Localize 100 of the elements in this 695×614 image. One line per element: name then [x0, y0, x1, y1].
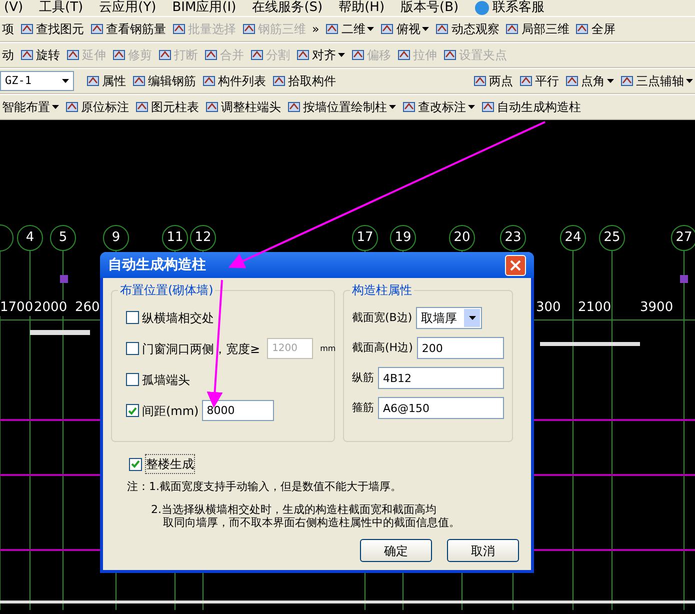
tool-icon: [473, 74, 487, 88]
caret-icon: [338, 53, 345, 57]
toolbar-button[interactable]: 调整柱端头: [203, 96, 283, 118]
toolbar-button[interactable]: 旋转: [18, 44, 62, 66]
toolbar-button[interactable]: 按墙位置绘制柱: [285, 96, 398, 118]
toolbar-button[interactable]: »: [310, 18, 322, 40]
toolbar-button[interactable]: 局部三维: [503, 18, 572, 40]
group-title: 布置位置(砌体墙): [118, 282, 216, 298]
tool-icon: [620, 74, 634, 88]
tool-icon: [205, 100, 219, 114]
field-label: 截面宽(B边): [352, 310, 412, 326]
group-title: 构造柱属性: [350, 282, 414, 298]
tool-icon: [20, 48, 34, 62]
field-label: 箍筋: [352, 400, 374, 416]
toolbar-button[interactable]: 查找图元: [18, 18, 86, 40]
tool-icon: [272, 74, 286, 88]
tool-icon: [325, 22, 340, 36]
tool-icon: [202, 74, 216, 88]
tool-icon: [204, 48, 218, 62]
option-label: 门窗洞口两侧，宽度≥: [142, 340, 260, 358]
menu-item[interactable]: (V): [4, 0, 24, 16]
menu-item[interactable]: 在线服务(S): [252, 0, 323, 16]
axis-label: 25: [599, 225, 625, 251]
caret-icon: [389, 105, 396, 109]
menu-item[interactable]: 帮助(H): [338, 0, 385, 16]
axis-label: 11: [162, 225, 188, 251]
close-button[interactable]: [505, 254, 526, 276]
tool-icon: [565, 74, 579, 88]
property-field[interactable]: 4B12: [378, 367, 504, 389]
property-field[interactable]: A6@150: [378, 397, 504, 419]
dimension-label: 2000: [34, 300, 68, 316]
toolbar-button[interactable]: 拾取构件: [270, 70, 338, 92]
toolbar-button[interactable]: 项: [0, 18, 16, 40]
checkbox[interactable]: [126, 404, 139, 417]
toolbar-button[interactable]: 动态观察: [433, 18, 502, 40]
tool-icon: [443, 48, 457, 62]
menu-item[interactable]: 联系客服: [474, 0, 545, 16]
caret-icon: [607, 79, 614, 83]
note-text: 取同向墙厚，而不取本界面右侧构造柱属性中的截面信息值。: [162, 516, 461, 529]
dialog-button[interactable]: 确定: [360, 539, 432, 562]
dialog-button[interactable]: 取消: [447, 539, 519, 562]
checkbox[interactable]: [129, 458, 142, 470]
toolbar-button[interactable]: 构件列表: [200, 70, 268, 92]
axis-label: 23: [500, 225, 526, 251]
axis-label: 17: [352, 225, 378, 251]
tool-icon: [242, 22, 256, 36]
toolbar-button[interactable]: 对齐: [294, 44, 347, 66]
tool-icon: [135, 100, 149, 114]
caret-icon: [367, 27, 374, 31]
toolbar-button[interactable]: 图元柱表: [133, 96, 201, 118]
unit-label: mm: [320, 342, 336, 354]
component-select[interactable]: GZ-1: [0, 71, 74, 91]
axis-label: 27: [671, 225, 695, 251]
toolbar-button[interactable]: 俯视: [378, 18, 432, 40]
toolbar-button[interactable]: 动: [0, 44, 16, 66]
axis-label: 24: [560, 225, 586, 251]
toolbar-button[interactable]: 属性: [84, 70, 128, 92]
tool-icon: [112, 48, 126, 62]
note-text: 2.当选择纵横墙相交处时，生成的构造柱截面宽和截面高均: [150, 503, 438, 516]
field-label: 纵筋: [352, 370, 374, 386]
property-field[interactable]: 200: [416, 337, 504, 359]
tool-icon: [20, 22, 34, 36]
tool-icon: [351, 48, 365, 62]
tool-icon: [66, 48, 80, 62]
checkbox[interactable]: [126, 311, 139, 324]
axis-label: 19: [390, 225, 416, 251]
spacing-field[interactable]: 8000: [202, 400, 274, 421]
caret-icon: [468, 105, 475, 109]
toolbar-button[interactable]: 两点: [471, 70, 515, 92]
close-icon: [510, 260, 521, 270]
toolbar-button[interactable]: 智能布置: [0, 96, 61, 118]
tool-icon: [287, 100, 301, 114]
check-icon: [128, 406, 137, 414]
menu-item[interactable]: BIM应用(I): [172, 0, 236, 16]
menu-item[interactable]: 工具(T): [39, 0, 84, 16]
section-width-select[interactable]: 取墙厚: [416, 307, 482, 329]
menu-item[interactable]: 云应用(Y): [99, 0, 156, 16]
menu-item[interactable]: 版本号(B): [400, 0, 459, 16]
toolbar-button[interactable]: 二维: [323, 18, 376, 40]
toolbar-button[interactable]: 编辑钢筋: [130, 70, 198, 92]
axis-label: 4: [17, 225, 43, 251]
dimension-label: 1700: [0, 300, 34, 316]
tool-icon: [575, 22, 590, 36]
toolbar-button[interactable]: 自动生成构造柱: [479, 96, 583, 118]
field-label: 截面高(H边): [352, 340, 413, 356]
toolbar-button[interactable]: 原位标注: [63, 96, 131, 118]
option-label: 纵横墙相交处: [142, 310, 214, 326]
caret-icon: [686, 79, 693, 83]
check-icon: [131, 460, 140, 468]
tool-icon: [132, 74, 146, 88]
toolbar-button[interactable]: 查改标注: [400, 96, 477, 118]
toolbar-button[interactable]: 平行: [517, 70, 561, 92]
toolbar-button[interactable]: 查看钢筋量: [88, 18, 168, 40]
toolbar-button[interactable]: 点角: [563, 70, 616, 92]
option-label: 孤墙端头: [142, 372, 190, 388]
toolbar-button[interactable]: 全屏: [573, 18, 618, 40]
toolbar-button[interactable]: 三点辅轴: [618, 70, 695, 92]
checkbox[interactable]: [126, 373, 139, 386]
caret-icon: [422, 27, 430, 31]
tool-icon: [397, 48, 411, 62]
